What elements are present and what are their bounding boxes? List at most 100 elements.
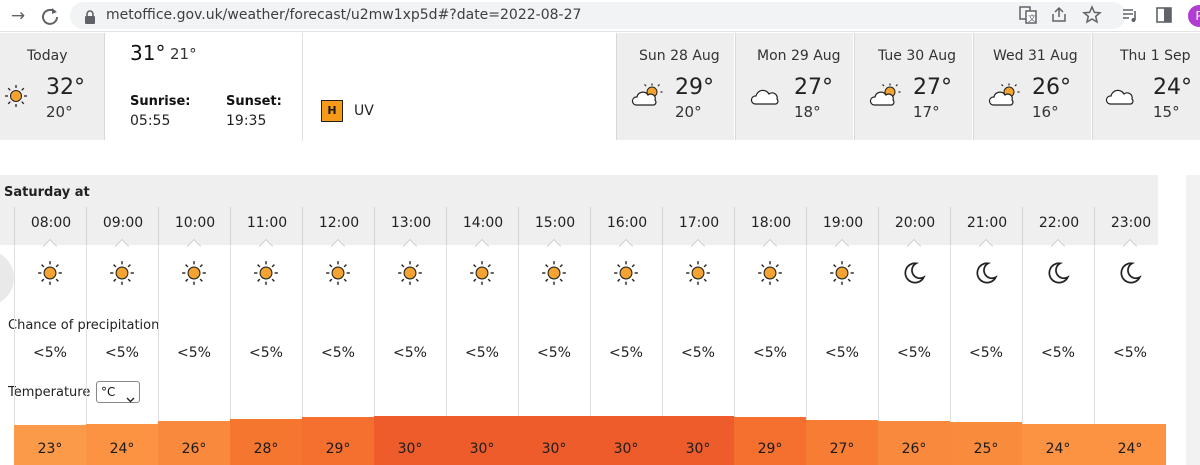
sunrise-time: 05:55 xyxy=(130,113,171,129)
max-temp: 27° xyxy=(794,75,833,100)
reload-icon[interactable] xyxy=(38,4,62,28)
hour-time: 10:00 xyxy=(174,215,216,231)
bookmark-star-icon[interactable] xyxy=(1082,5,1102,29)
day-tab-wed-31-aug[interactable]: Wed 31 Aug 26° 16° xyxy=(973,33,1091,140)
hour-time: 16:00 xyxy=(606,215,648,231)
hour-column-header[interactable]: 20:00 xyxy=(878,207,950,254)
reading-list-icon[interactable] xyxy=(1120,5,1140,29)
precip-value: <5% xyxy=(897,345,931,361)
max-temp: 29° xyxy=(675,75,714,100)
hour-time: 17:00 xyxy=(678,215,720,231)
lock-icon xyxy=(84,9,96,28)
day-tab-today[interactable]: Today 32° 20° xyxy=(0,33,105,140)
sun-cloud-icon xyxy=(988,83,1022,113)
cloud-icon xyxy=(1105,83,1139,113)
address-bar[interactable]: metoffice.gov.uk/weather/forecast/u2mw1x… xyxy=(70,2,1126,29)
day-name: Today xyxy=(27,48,68,64)
hour-time: 11:00 xyxy=(246,215,288,231)
temperature-unit-select[interactable]: °C xyxy=(96,381,140,403)
caret xyxy=(1050,238,1066,254)
caret xyxy=(42,238,58,254)
min-temp: 16° xyxy=(1032,103,1059,121)
caret xyxy=(690,238,706,254)
sun-icon xyxy=(446,259,518,289)
side-panel-icon[interactable] xyxy=(1154,5,1174,29)
cloud-icon xyxy=(750,83,784,113)
precip-value: <5% xyxy=(321,345,355,361)
day-tab-thu-1-sep[interactable]: Thu 1 Sep 24° 15° xyxy=(1092,33,1200,140)
temperature-value: 26° xyxy=(181,441,207,457)
hour-column-header[interactable]: 18:00 xyxy=(734,207,806,254)
hour-time: 08:00 xyxy=(30,215,72,231)
precip-value: <5% xyxy=(1041,345,1075,361)
forward-arrow-icon[interactable]: → xyxy=(6,4,30,28)
max-temp: 32° xyxy=(46,75,85,100)
day-name: Thu 1 Sep xyxy=(1120,48,1191,64)
day-tab-tue-30-aug[interactable]: Tue 30 Aug 27° 17° xyxy=(854,33,972,140)
hour-column-header[interactable]: 12:00 xyxy=(302,207,374,254)
hourly-header: Saturday at 08:00 09:00 10:00 11:00 12:00 13:… xyxy=(0,175,1158,254)
day-tab-sun-28-aug[interactable]: Sun 28 Aug 29° 20° xyxy=(616,33,734,140)
url-text[interactable]: metoffice.gov.uk/weather/forecast/u2mw1x… xyxy=(106,7,581,23)
hour-column-header[interactable]: 11:00 xyxy=(230,207,302,254)
caret xyxy=(762,238,778,254)
moon-icon xyxy=(950,259,1022,289)
temperature-value: 30° xyxy=(469,441,495,457)
precip-value: <5% xyxy=(969,345,1003,361)
temperature-value: 24° xyxy=(109,441,135,457)
hour-column-header[interactable]: 21:00 xyxy=(950,207,1022,254)
temperature-value: 23° xyxy=(37,441,63,457)
hourly-heading: Saturday at xyxy=(4,185,90,200)
hour-column-header[interactable]: 15:00 xyxy=(518,207,590,254)
day-tab-mon-29-aug[interactable]: Mon 29 Aug 27° 18° xyxy=(735,33,853,140)
divider xyxy=(302,33,303,141)
caret xyxy=(114,238,130,254)
min-temp: 20° xyxy=(46,103,73,121)
hour-column-header[interactable]: 10:00 xyxy=(158,207,230,254)
temperature-value: 30° xyxy=(613,441,639,457)
sun-icon xyxy=(302,259,374,289)
hour-time: 13:00 xyxy=(390,215,432,231)
hour-column-header[interactable]: 16:00 xyxy=(590,207,662,254)
temperature-value: 26° xyxy=(901,441,927,457)
hour-column-header[interactable]: 14:00 xyxy=(446,207,518,254)
sun-icon xyxy=(230,259,302,289)
temperature-label: Temperature xyxy=(8,385,91,400)
uv-label: UV xyxy=(354,103,374,119)
translate-icon[interactable]: 文 xyxy=(1018,5,1038,29)
temperature-value: 25° xyxy=(973,441,999,457)
precip-value: <5% xyxy=(609,345,643,361)
day-strip: Today 32° 20° 31° 21° Sunrise: 05:55 Sun… xyxy=(0,33,1200,141)
precip-label: Chance of precipitation xyxy=(8,318,160,333)
day-name: Sun 28 Aug xyxy=(639,48,720,64)
hour-column-header[interactable]: 08:00 xyxy=(14,207,86,254)
hour-time: 21:00 xyxy=(966,215,1008,231)
min-temp: 20° xyxy=(675,103,702,121)
hour-column-header[interactable]: 17:00 xyxy=(662,207,734,254)
browser-toolbar: → metoffice.gov.uk/weather/forecast/u2mw… xyxy=(0,0,1200,32)
precip-value: <5% xyxy=(33,345,67,361)
hour-column-header[interactable]: 22:00 xyxy=(1022,207,1094,254)
min-temp: 18° xyxy=(794,103,821,121)
precip-value: <5% xyxy=(753,345,787,361)
sun-icon xyxy=(518,259,590,289)
hour-column-header[interactable]: 13:00 xyxy=(374,207,446,254)
caret xyxy=(906,238,922,254)
precip-value: <5% xyxy=(681,345,715,361)
hour-column-header[interactable]: 23:00 xyxy=(1094,207,1166,254)
scroll-left-button[interactable] xyxy=(0,250,14,306)
max-temp: 27° xyxy=(913,75,952,100)
hour-time: 15:00 xyxy=(534,215,576,231)
caret xyxy=(1122,238,1138,254)
share-icon[interactable] xyxy=(1049,5,1069,29)
hour-column-header[interactable]: 19:00 xyxy=(806,207,878,254)
profile-avatar[interactable]: P xyxy=(1188,5,1200,27)
precip-value: <5% xyxy=(1113,345,1147,361)
temperature-value: 30° xyxy=(685,441,711,457)
hour-time: 19:00 xyxy=(822,215,864,231)
svg-text:文: 文 xyxy=(1028,13,1036,23)
day-name: Tue 30 Aug xyxy=(878,48,956,64)
hour-time: 18:00 xyxy=(750,215,792,231)
scrollbar[interactable] xyxy=(1186,175,1200,465)
hour-column-header[interactable]: 09:00 xyxy=(86,207,158,254)
